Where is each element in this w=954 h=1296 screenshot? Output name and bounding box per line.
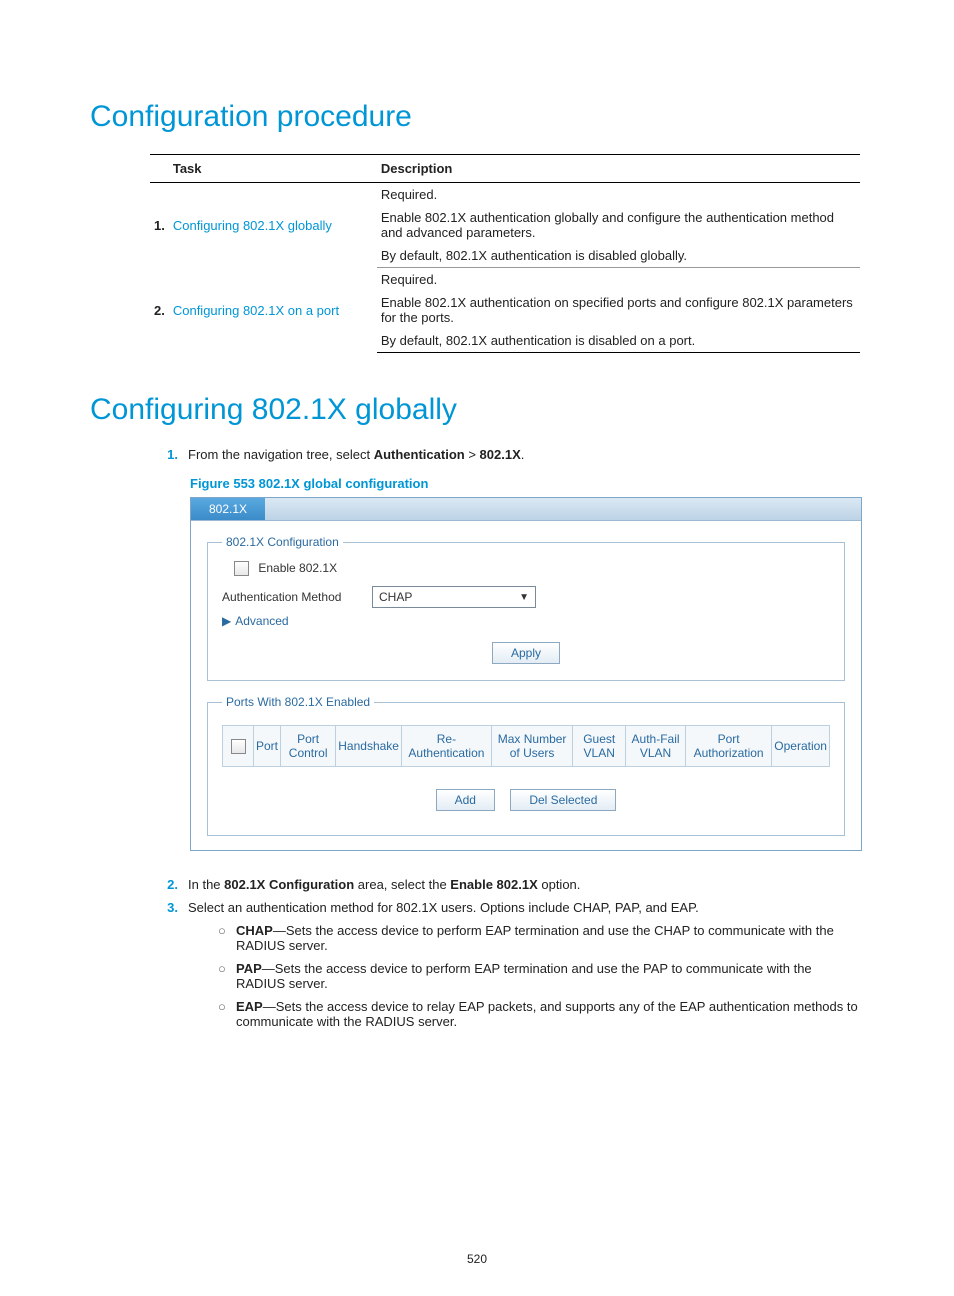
screenshot-8021x: 802.1X 802.1X Configuration Enable 802.1… [190, 497, 862, 851]
legend-ports: Ports With 802.1X Enabled [222, 695, 374, 709]
fieldset-config: 802.1X Configuration Enable 802.1X Authe… [207, 535, 845, 681]
desc-default: By default, 802.1X authentication is dis… [377, 329, 860, 353]
task-link-global[interactable]: Configuring 802.1X globally [173, 218, 332, 233]
col-reauth: Re-Authentication [401, 726, 491, 767]
col-desc: Description [377, 155, 860, 183]
bullet-icon: ○ [218, 923, 236, 953]
opt-chap-desc: —Sets the access device to perform EAP t… [236, 923, 834, 953]
select-auth-value: CHAP [379, 590, 412, 604]
desc-required: Required. [377, 183, 860, 207]
desc-default: By default, 802.1X authentication is dis… [377, 244, 860, 268]
col-blank [150, 155, 169, 183]
opt-pap-name: PAP [236, 961, 262, 976]
step1-sep: > [465, 447, 480, 462]
col-port-control: Port Control [281, 726, 336, 767]
task-row-num: 2. [150, 268, 169, 353]
col-operation: Operation [772, 726, 830, 767]
checkbox-select-all[interactable] [231, 739, 246, 754]
heading-config-globally: Configuring 802.1X globally [90, 393, 864, 427]
step-3-text: Select an authentication method for 802.… [188, 900, 864, 915]
step1-post: . [521, 447, 525, 462]
triangle-right-icon: ▶ [222, 614, 231, 628]
opt-eap-desc: —Sets the access device to relay EAP pac… [236, 999, 858, 1029]
advanced-toggle[interactable]: ▶ Advanced [222, 614, 830, 628]
task-link-port[interactable]: Configuring 802.1X on a port [173, 303, 339, 318]
col-port: Port [254, 726, 281, 767]
fieldset-ports: Ports With 802.1X Enabled Port Port Cont… [207, 695, 845, 836]
s2-post: option. [538, 877, 581, 892]
col-max-users: Max Number of Users [491, 726, 572, 767]
opt-pap: PAP—Sets the access device to perform EA… [236, 961, 864, 991]
opt-chap: CHAP—Sets the access device to perform E… [236, 923, 864, 953]
apply-button[interactable]: Apply [492, 642, 560, 664]
select-auth-method[interactable]: CHAP ▼ [372, 586, 536, 608]
s2-mid: area, select the [354, 877, 450, 892]
col-handshake: Handshake [336, 726, 402, 767]
tabbar: 802.1X [191, 498, 861, 521]
col-guest-vlan: Guest VLAN [573, 726, 626, 767]
desc-main: Enable 802.1X authentication globally an… [377, 206, 860, 244]
bullet-icon: ○ [218, 961, 236, 991]
opt-chap-name: CHAP [236, 923, 273, 938]
col-authfail-vlan: Auth-Fail VLAN [626, 726, 686, 767]
heading-config-procedure: Configuration procedure [90, 100, 864, 134]
chevron-down-icon: ▼ [519, 592, 529, 603]
desc-required: Required. [377, 268, 860, 292]
label-enable-8021x: Enable 802.1X [258, 561, 337, 575]
task-row-num: 1. [150, 183, 169, 268]
step-num-2: 2. [150, 877, 188, 892]
add-button[interactable]: Add [436, 789, 495, 811]
s2-pre: In the [188, 877, 224, 892]
task-table: Task Description 1. Configuring 802.1X g… [150, 154, 860, 353]
del-selected-button[interactable]: Del Selected [510, 789, 616, 811]
col-port-auth: Port Authorization [685, 726, 771, 767]
col-task: Task [169, 155, 377, 183]
step-num-1: 1. [150, 447, 188, 462]
bullet-icon: ○ [218, 999, 236, 1029]
step1-8021x: 802.1X [480, 447, 521, 462]
tab-8021x[interactable]: 802.1X [191, 498, 265, 520]
s2-b1: 802.1X Configuration [224, 877, 354, 892]
step-2-text: In the 802.1X Configuration area, select… [188, 877, 864, 892]
s2-b2: Enable 802.1X [450, 877, 537, 892]
page-number: 520 [0, 1252, 954, 1266]
advanced-label: Advanced [235, 614, 288, 628]
opt-pap-desc: —Sets the access device to perform EAP t… [236, 961, 812, 991]
checkbox-enable-8021x[interactable] [234, 561, 249, 576]
step-num-3: 3. [150, 900, 188, 1037]
step1-auth: Authentication [374, 447, 465, 462]
step-1-text: From the navigation tree, select Authent… [188, 447, 864, 462]
opt-eap-name: EAP [236, 999, 263, 1014]
ports-table: Port Port Control Handshake Re-Authentic… [222, 725, 830, 767]
opt-eap: EAP—Sets the access device to relay EAP … [236, 999, 864, 1029]
figure-caption: Figure 553 802.1X global configuration [190, 476, 864, 491]
legend-config: 802.1X Configuration [222, 535, 343, 549]
step1-pre: From the navigation tree, select [188, 447, 374, 462]
desc-main: Enable 802.1X authentication on specifie… [377, 291, 860, 329]
label-auth-method: Authentication Method [222, 590, 372, 604]
